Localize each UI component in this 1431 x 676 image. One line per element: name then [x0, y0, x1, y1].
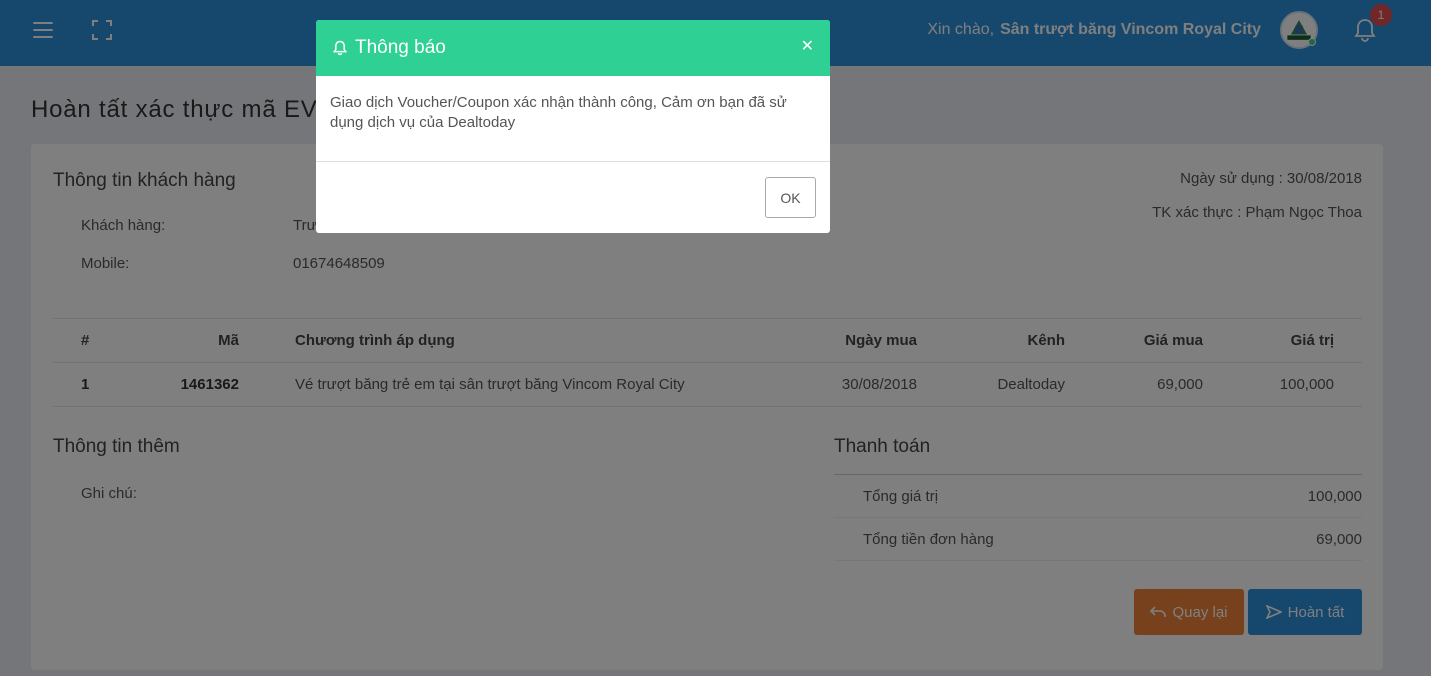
close-icon[interactable]: ✕ [801, 36, 814, 56]
modal-message: Giao dịch Voucher/Coupon xác nhận thành … [316, 76, 830, 162]
ok-button[interactable]: OK [765, 177, 816, 218]
bell-icon [333, 40, 347, 56]
modal-header: Thông báo ✕ [316, 20, 830, 76]
modal-title: Thông báo [355, 37, 446, 58]
notification-modal: Thông báo ✕ Giao dịch Voucher/Coupon xác… [316, 20, 830, 233]
